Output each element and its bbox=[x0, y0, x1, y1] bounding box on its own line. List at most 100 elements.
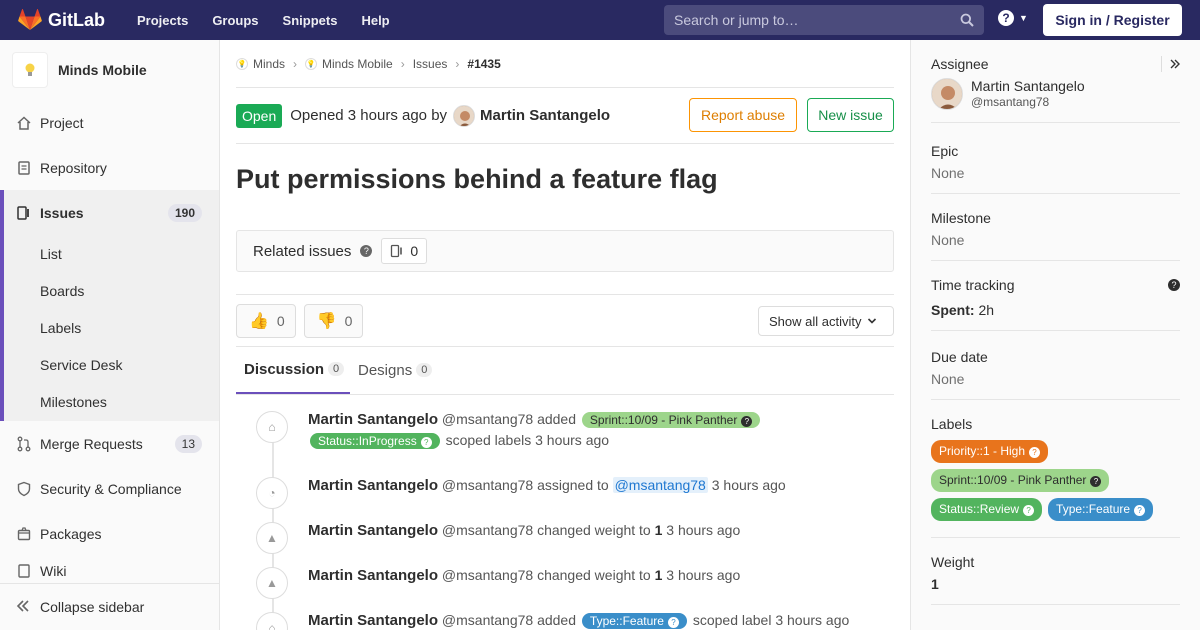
note-author[interactable]: Martin Santangelo bbox=[308, 522, 438, 539]
label-chip[interactable]: Status::Review? bbox=[931, 498, 1043, 521]
sidebar-item-label: Issues bbox=[40, 204, 84, 221]
question-icon: ? bbox=[1029, 447, 1041, 458]
note-author[interactable]: Martin Santangelo bbox=[308, 567, 438, 584]
sidebar-item-repository[interactable]: Repository bbox=[0, 145, 219, 190]
note-handle[interactable]: @msantang78 bbox=[442, 567, 533, 583]
label-chip[interactable]: Type::Feature? bbox=[1048, 498, 1154, 521]
tag-icon: ⌂ bbox=[256, 612, 288, 630]
chevron-down-icon: ▼ bbox=[1019, 13, 1028, 23]
chevron-right-icon: › bbox=[293, 56, 298, 71]
label-chip[interactable]: Sprint::10/09 - Pink Panther? bbox=[581, 412, 761, 428]
epic-value: None bbox=[931, 165, 965, 181]
sidebar-item-security[interactable]: Security & Compliance bbox=[0, 466, 219, 511]
note-handle[interactable]: @msantang78 bbox=[442, 411, 533, 427]
due-date-title: Due date bbox=[931, 349, 988, 365]
assignee-user[interactable]: Martin Santangelo @msantang78 bbox=[931, 78, 1180, 110]
collapse-sidebar-button[interactable]: Collapse sidebar bbox=[0, 583, 219, 630]
issue-tabs: Discussion 0 Designs 0 bbox=[236, 347, 894, 395]
issue-header: Open Opened 3 hours ago by Martin Santan… bbox=[236, 88, 894, 144]
project-avatar bbox=[12, 52, 48, 88]
note-author[interactable]: Martin Santangelo bbox=[308, 612, 438, 629]
question-icon[interactable]: ? bbox=[360, 245, 373, 257]
note-author[interactable]: Martin Santangelo bbox=[308, 477, 438, 494]
due-date-value: None bbox=[931, 371, 965, 387]
label-chip[interactable]: Sprint::10/09 - Pink Panther? bbox=[931, 469, 1110, 492]
sidebar-item-merge-requests[interactable]: Merge Requests 13 bbox=[0, 421, 219, 466]
note-action: changed weight to bbox=[537, 522, 651, 538]
breadcrumb-issues[interactable]: Issues bbox=[413, 57, 448, 71]
help-dropdown[interactable]: ? ▼ bbox=[998, 10, 1028, 26]
sidebar-subitem-milestones[interactable]: Milestones bbox=[4, 383, 219, 421]
label-chip[interactable]: Priority::1 - High? bbox=[931, 440, 1049, 463]
sidebar-item-label: Merge Requests bbox=[40, 435, 143, 452]
label-text: Sprint::10/09 - Pink Panther bbox=[589, 413, 738, 427]
nav-help[interactable]: Help bbox=[361, 13, 389, 28]
label-chip[interactable]: Status::InProgress? bbox=[310, 433, 440, 449]
assignee-block: Assignee Martin Santangelo @msantang78 bbox=[931, 40, 1180, 123]
assignee-title: Assignee bbox=[931, 56, 989, 72]
assignee-handle: @msantang78 bbox=[971, 95, 1050, 109]
issues-count-badge: 190 bbox=[167, 203, 202, 222]
question-icon: ? bbox=[667, 617, 679, 628]
author-name[interactable]: Martin Santangelo bbox=[480, 107, 610, 124]
tab-count: 0 bbox=[416, 363, 433, 377]
left-sidebar: Minds Mobile Project Repository Issues 1… bbox=[0, 40, 220, 630]
report-abuse-button[interactable]: Report abuse bbox=[689, 98, 797, 132]
milestone-block: Milestone None bbox=[931, 194, 1180, 261]
note-action: added bbox=[537, 612, 577, 628]
nav-groups[interactable]: Groups bbox=[212, 13, 258, 28]
thumbs-down-button[interactable]: 👎 0 bbox=[303, 303, 364, 338]
collapse-right-sidebar-icon[interactable] bbox=[1161, 56, 1180, 72]
tab-designs[interactable]: Designs 0 bbox=[350, 346, 440, 394]
breadcrumb: 💡 Minds › 💡 Minds Mobile › Issues › #143… bbox=[236, 40, 894, 88]
search-input[interactable]: Search or jump to… bbox=[664, 5, 984, 35]
sidebar-item-wiki[interactable]: Wiki bbox=[0, 556, 219, 586]
epic-title: Epic bbox=[931, 143, 959, 159]
related-issues-block: Related issues ? 0 bbox=[236, 230, 894, 272]
sidebar-subitem-labels[interactable]: Labels bbox=[4, 309, 219, 346]
related-issues-count[interactable]: 0 bbox=[381, 238, 428, 264]
opened-text: Opened 3 hours ago by bbox=[290, 107, 448, 124]
breadcrumb-issue-id[interactable]: #1435 bbox=[467, 57, 500, 71]
user-mention[interactable]: @msantang78 bbox=[612, 477, 708, 493]
note-action: added bbox=[537, 411, 577, 427]
breadcrumb-minds-mobile[interactable]: Minds Mobile bbox=[322, 57, 393, 71]
question-icon: ? bbox=[998, 10, 1014, 26]
tab-discussion[interactable]: Discussion 0 bbox=[236, 346, 350, 394]
package-icon bbox=[16, 526, 32, 542]
thumbs-up-button[interactable]: 👍 0 bbox=[236, 303, 296, 338]
weight-value: 1 bbox=[654, 567, 663, 583]
merge-icon bbox=[16, 436, 32, 452]
nav-projects[interactable]: Projects bbox=[137, 13, 188, 28]
tab-label: Designs bbox=[358, 361, 413, 379]
sidebar-subitem-list[interactable]: List bbox=[4, 235, 219, 272]
label-text: Status::Review bbox=[939, 502, 1020, 516]
sign-in-button[interactable]: Sign in / Register bbox=[1043, 4, 1182, 36]
home-icon bbox=[16, 115, 32, 131]
labels-title: Labels bbox=[931, 416, 973, 432]
sidebar-subitem-boards[interactable]: Boards bbox=[4, 272, 219, 309]
breadcrumb-minds[interactable]: Minds bbox=[253, 57, 285, 71]
question-icon[interactable]: ? bbox=[1168, 279, 1180, 291]
sidebar-item-project[interactable]: Project bbox=[0, 100, 219, 145]
author-avatar[interactable] bbox=[453, 104, 476, 127]
sidebar-item-issues[interactable]: Issues 190 bbox=[4, 190, 219, 235]
opened-info: Opened 3 hours ago by Martin Santangelo bbox=[290, 104, 610, 127]
label-chip[interactable]: Type::Feature? bbox=[581, 613, 687, 629]
label-text: Sprint::10/09 - Pink Panther bbox=[939, 473, 1087, 487]
sidebar-subitem-service-desk[interactable]: Service Desk bbox=[4, 346, 219, 383]
epic-block: Epic None bbox=[931, 123, 1180, 194]
issues-icon bbox=[16, 205, 32, 221]
weight-icon: ▲ bbox=[256, 522, 288, 554]
gitlab-logo[interactable]: GitLab bbox=[18, 9, 105, 31]
nav-snippets[interactable]: Snippets bbox=[283, 13, 338, 28]
note-handle[interactable]: @msantang78 bbox=[442, 612, 533, 628]
new-issue-button[interactable]: New issue bbox=[807, 98, 894, 132]
sidebar-item-packages[interactable]: Packages bbox=[0, 511, 219, 556]
project-header[interactable]: Minds Mobile bbox=[0, 40, 219, 100]
note-handle[interactable]: @msantang78 bbox=[442, 477, 533, 493]
note-handle[interactable]: @msantang78 bbox=[442, 522, 533, 538]
activity-filter-dropdown[interactable]: Show all activity bbox=[758, 306, 894, 336]
weight-title: Weight bbox=[931, 554, 975, 570]
note-author[interactable]: Martin Santangelo bbox=[308, 411, 438, 428]
